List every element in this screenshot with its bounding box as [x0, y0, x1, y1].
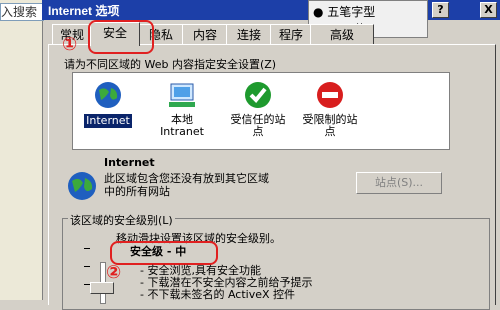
- tab-programs[interactable]: 程序: [270, 24, 312, 45]
- browser-search-box[interactable]: 入搜索: [0, 3, 44, 21]
- slider-tick: [84, 248, 90, 249]
- zone-label-2: 点: [324, 125, 336, 138]
- tab-advanced[interactable]: 高级: [310, 24, 374, 45]
- tab-connections[interactable]: 连接: [226, 24, 272, 45]
- security-slider-thumb[interactable]: [90, 282, 114, 294]
- security-level-name: 安全级 - 中: [130, 245, 187, 258]
- zone-label-2: 点: [252, 125, 264, 138]
- sites-button[interactable]: 站点(S)...: [356, 172, 442, 194]
- globe-icon: [68, 172, 96, 200]
- dialog-titlebar: Internet 选项 ? X: [42, 0, 500, 20]
- globe-icon: [95, 82, 121, 108]
- help-button[interactable]: ?: [432, 2, 449, 18]
- annotation-box-security-tab: [88, 20, 154, 54]
- zone-label-2: Intranet: [160, 125, 204, 138]
- intranet-icon: [169, 83, 195, 107]
- restricted-icon: [317, 82, 343, 108]
- slider-tick: [84, 266, 90, 267]
- ime-mode[interactable]: ● 五笔字型: [313, 3, 375, 20]
- close-button[interactable]: X: [480, 2, 497, 18]
- browser-background: 入搜索: [0, 0, 44, 300]
- tab-content[interactable]: 内容: [182, 24, 228, 45]
- zone-label: Internet: [84, 114, 132, 128]
- zone-intranet[interactable]: 本地 Intranet: [142, 80, 222, 138]
- selected-zone-desc-2: 中的所有网站: [104, 185, 170, 198]
- annotation-marker-2: ②: [106, 262, 122, 283]
- zone-trusted[interactable]: 受信任的站 点: [218, 80, 298, 138]
- zone-internet[interactable]: Internet: [68, 80, 148, 128]
- trusted-icon: [245, 82, 271, 108]
- dialog-title: Internet 选项: [48, 4, 120, 18]
- zone-prompt: 请为不同区域的 Web 内容指定安全设置(Z): [64, 58, 277, 71]
- selected-zone-title: Internet: [104, 156, 155, 169]
- annotation-marker-1: ①: [62, 34, 78, 55]
- security-level-caption: 该区域的安全级别(L): [68, 212, 175, 228]
- zone-restricted[interactable]: 受限制的站 点: [290, 80, 370, 138]
